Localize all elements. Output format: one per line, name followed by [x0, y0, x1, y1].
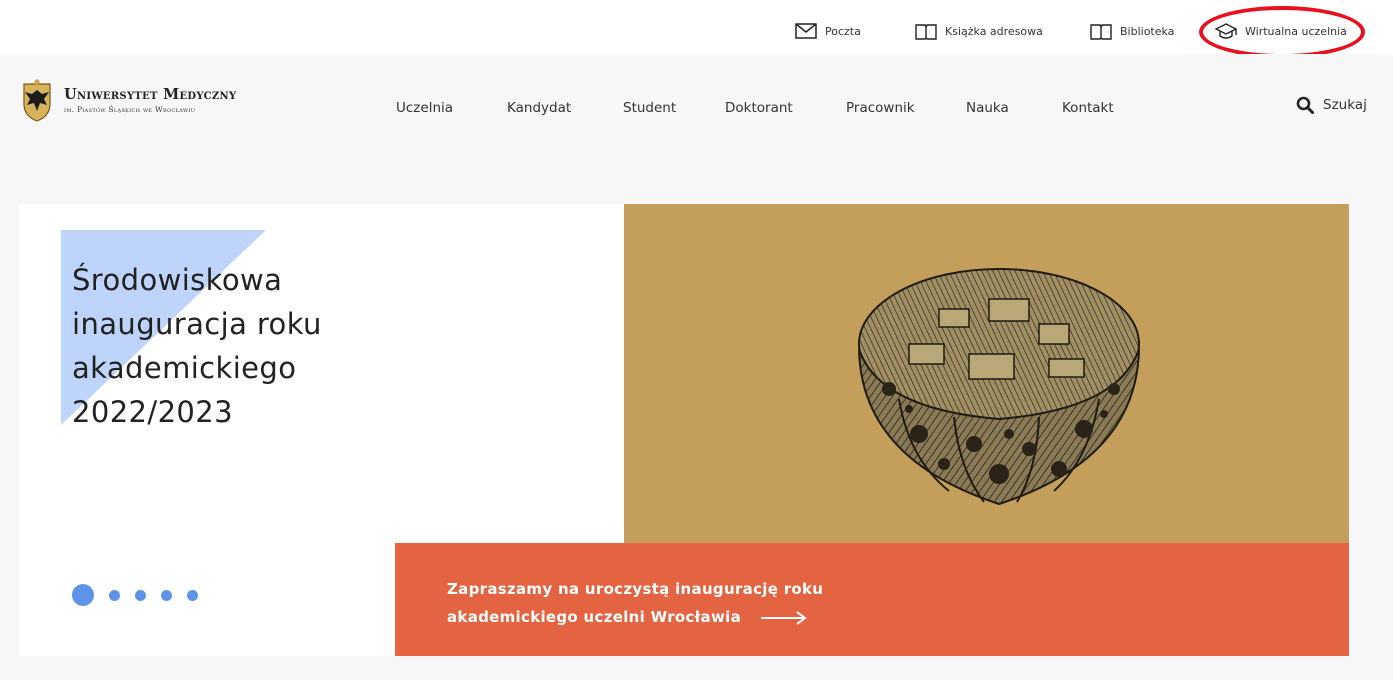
hero-title: Środowiskowa inauguracja roku akademicki… [72, 263, 322, 429]
slider-pagination [72, 584, 198, 606]
logo-title: Uniwersytet Medyczny [64, 86, 237, 103]
hero-slider: Środowiskowa inauguracja roku akademicki… [19, 204, 1349, 656]
arrow-right-icon [760, 610, 807, 625]
search-label: Szukaj [1323, 97, 1367, 113]
nav-item-student[interactable]: Student [623, 100, 676, 116]
main-navbar: Uniwersytet Medyczny im. Piastów Śląskic… [0, 54, 1393, 174]
cta-line-2: akademickiego uczelni Wrocławia [447, 608, 741, 626]
address-book-link-label: Książka adresowa [945, 24, 1043, 38]
slide-dot-2[interactable] [109, 589, 120, 601]
search-icon [1296, 96, 1314, 114]
virtual-university-link[interactable]: Wirtualna uczelnia [1215, 20, 1347, 42]
cta-banner[interactable]: Zapraszamy na uroczystą inaugurację roku… [395, 543, 1349, 656]
nav-item-kandydat[interactable]: Kandydat [507, 100, 571, 116]
slide-dot-1[interactable] [72, 584, 94, 606]
graduation-cap-icon [1215, 23, 1237, 39]
book-icon [1090, 23, 1112, 40]
nav-item-uczelnia[interactable]: Uczelnia [396, 100, 453, 116]
eagle-crest-icon [23, 79, 51, 122]
top-utility-bar: Poczta Książka adresowa Biblioteka Wirtu… [0, 0, 1393, 58]
nav-item-pracownik[interactable]: Pracownik [846, 100, 915, 116]
library-link[interactable]: Biblioteka [1090, 20, 1174, 42]
slide-dot-4[interactable] [161, 589, 172, 601]
address-book-link[interactable]: Książka adresowa [915, 20, 1043, 42]
slide-dot-3[interactable] [135, 589, 146, 601]
nav-item-nauka[interactable]: Nauka [966, 100, 1009, 116]
logo-subtitle: im. Piastów Śląskich we Wrocławiu [64, 105, 196, 114]
search-button[interactable]: Szukaj [1296, 96, 1367, 114]
virtual-university-link-label: Wirtualna uczelnia [1245, 24, 1347, 38]
nav-item-doktorant[interactable]: Doktorant [725, 100, 793, 116]
university-logo[interactable]: Uniwersytet Medyczny im. Piastów Śląskic… [20, 78, 236, 122]
slide-dot-5[interactable] [187, 589, 198, 601]
nav-item-kontakt[interactable]: Kontakt [1062, 100, 1114, 116]
mail-link[interactable]: Poczta [795, 20, 861, 42]
cta-line-1: Zapraszamy na uroczystą inaugurację roku [447, 580, 824, 598]
bowl-illustration-icon [858, 268, 1140, 506]
book-icon [915, 23, 937, 40]
library-link-label: Biblioteka [1120, 24, 1175, 38]
mail-link-label: Poczta [825, 24, 861, 38]
cta-text: Zapraszamy na uroczystą inaugurację roku… [447, 575, 967, 631]
mail-icon [795, 23, 817, 39]
